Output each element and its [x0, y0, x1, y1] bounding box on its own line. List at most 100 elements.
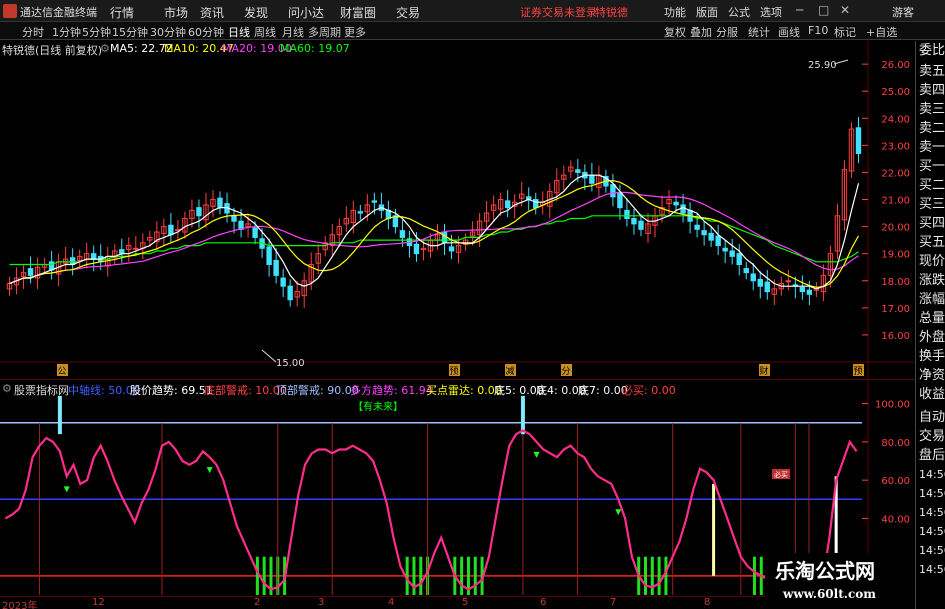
- candle-body: [785, 280, 792, 283]
- candle-body: [448, 246, 455, 252]
- side-panel-item[interactable]: 买三: [919, 198, 945, 212]
- side-panel-item[interactable]: 14:56: [919, 468, 945, 482]
- candle-body: [504, 200, 511, 209]
- watermark: 乐淘公式网 www.60lt.com: [765, 553, 915, 609]
- candle-body: [273, 259, 279, 276]
- side-panel-item[interactable]: 净资: [919, 369, 945, 383]
- ma60-line: [9, 215, 859, 266]
- side-panel-item[interactable]: 买二: [919, 179, 945, 193]
- side-panel-item[interactable]: 现价: [919, 255, 945, 269]
- buy-radar-readout: 买点雷达: 0.00: [426, 384, 502, 397]
- candle-body: [799, 287, 806, 293]
- candle-body: [750, 273, 756, 282]
- price-tick-label: 26.00: [881, 60, 910, 71]
- candle-body: [196, 207, 202, 217]
- ma20-line: [9, 191, 859, 285]
- side-panel-item[interactable]: 涨跌: [919, 274, 945, 288]
- side-panel-item[interactable]: 14:56: [919, 506, 945, 520]
- down-arrow-icon: [206, 467, 213, 474]
- candle-body: [589, 174, 595, 184]
- buy-zone-bar: [650, 556, 654, 595]
- ma10-line: [9, 179, 860, 288]
- price-tick-label: 24.00: [881, 114, 910, 125]
- candle-body: [617, 192, 623, 209]
- side-panel-item[interactable]: 外盘: [919, 331, 945, 345]
- event-marker-label: 减: [505, 365, 514, 377]
- side-panel-item[interactable]: 盘后: [919, 449, 945, 463]
- candle-body: [91, 253, 97, 260]
- top-warning-readout: 顶部警戒: 90.00: [276, 384, 359, 397]
- side-panel-item[interactable]: 换手: [919, 350, 945, 364]
- date-label: 6: [540, 597, 547, 608]
- candle-body: [673, 201, 679, 206]
- candle-body: [413, 243, 420, 255]
- candle-body: [736, 253, 742, 266]
- side-panel-item[interactable]: 卖三: [919, 103, 945, 117]
- side-panel-item[interactable]: 14:56: [919, 487, 945, 501]
- price-tick-label: 21.00: [881, 196, 910, 207]
- price-tick-label: 19.00: [881, 250, 910, 261]
- side-panel-item[interactable]: 总量: [919, 312, 945, 326]
- candle-body: [533, 199, 539, 209]
- candle-body: [806, 289, 813, 295]
- side-panel-item[interactable]: 14:56: [919, 544, 945, 558]
- indicator-tick-label: 60.00: [881, 476, 910, 487]
- candle-body: [624, 209, 630, 219]
- event-marker-label: 预: [853, 366, 862, 377]
- buy-zone-bar: [419, 556, 423, 595]
- side-panel-item[interactable]: 卖一: [919, 141, 945, 155]
- candle-body: [855, 127, 862, 154]
- candle-body: [133, 247, 139, 250]
- price-tick-label: 23.00: [881, 141, 910, 152]
- indicator-tick-label: 80.00: [881, 438, 910, 449]
- indicator-tick-label: 40.00: [881, 514, 910, 525]
- indicator-name: 股票指标网: [14, 384, 69, 397]
- candle-body: [708, 232, 714, 241]
- price-trend-readout: 股价趋势: 69.51: [130, 384, 213, 397]
- indicator-settings-icon[interactable]: ⚙: [2, 382, 12, 395]
- top-signal-bar: [57, 395, 62, 435]
- buy-zone-bar: [644, 556, 647, 595]
- candle-body: [631, 217, 637, 225]
- low-price-label: 15.00: [276, 358, 305, 369]
- event-marker-label: 公: [57, 366, 66, 377]
- side-panel-item[interactable]: 买一: [919, 160, 945, 174]
- side-panel-item[interactable]: 买四: [919, 217, 945, 231]
- price-tick-label: 17.00: [881, 304, 910, 315]
- chart-canvas[interactable]: 26.00 25.00 24.00 23.00 22.00 21.00 20.00 19.00…: [0, 0, 945, 609]
- candle-body: [701, 230, 707, 236]
- must-buy-tag-label: 必买: [774, 470, 788, 479]
- side-panel-item[interactable]: 自动: [919, 411, 945, 425]
- date-label: 2023年: [2, 601, 38, 609]
- bull-trend-readout: 多方趋势: 61.94: [350, 384, 433, 397]
- side-panel-item[interactable]: 14:56: [919, 525, 945, 539]
- candle-body: [715, 235, 721, 247]
- high-price-label: 25.90: [808, 60, 837, 71]
- candle-body: [217, 197, 223, 209]
- price-tick-label: 25.00: [881, 87, 910, 98]
- buy-zone-bar: [460, 556, 464, 595]
- quote-side-panel: 委比卖五卖四卖三卖二卖一买一买二买三买四买五现价涨跌涨幅总量外盘换手净资收益自动…: [915, 41, 945, 609]
- top-signal-bar: [520, 395, 525, 435]
- buy-zone-bar: [412, 556, 416, 595]
- side-panel-item[interactable]: 收益: [919, 388, 945, 402]
- side-panel-item[interactable]: 14:56: [919, 563, 945, 577]
- date-label: 12: [92, 597, 105, 608]
- down-arrow-icon: [533, 451, 540, 458]
- side-panel-item[interactable]: 委比: [919, 44, 945, 58]
- price-tick-label: 20.00: [881, 223, 910, 234]
- event-marker-label: 分: [561, 366, 570, 377]
- side-panel-item[interactable]: 买五: [919, 236, 945, 250]
- candle-body: [287, 285, 293, 301]
- candle-body: [371, 200, 378, 203]
- candle-body: [743, 268, 749, 274]
- side-panel-item[interactable]: 卖五: [919, 65, 945, 79]
- center-line-readout: 中轴线: 50.00: [68, 384, 140, 397]
- event-marker-label: 财: [759, 365, 768, 377]
- side-panel-item[interactable]: 涨幅: [919, 293, 945, 307]
- side-panel-item[interactable]: 交易: [919, 430, 945, 444]
- side-panel-item[interactable]: 卖四: [919, 84, 945, 98]
- ma5-line: [9, 174, 860, 290]
- side-panel-item[interactable]: 卖二: [919, 122, 945, 136]
- candle-body: [694, 224, 700, 230]
